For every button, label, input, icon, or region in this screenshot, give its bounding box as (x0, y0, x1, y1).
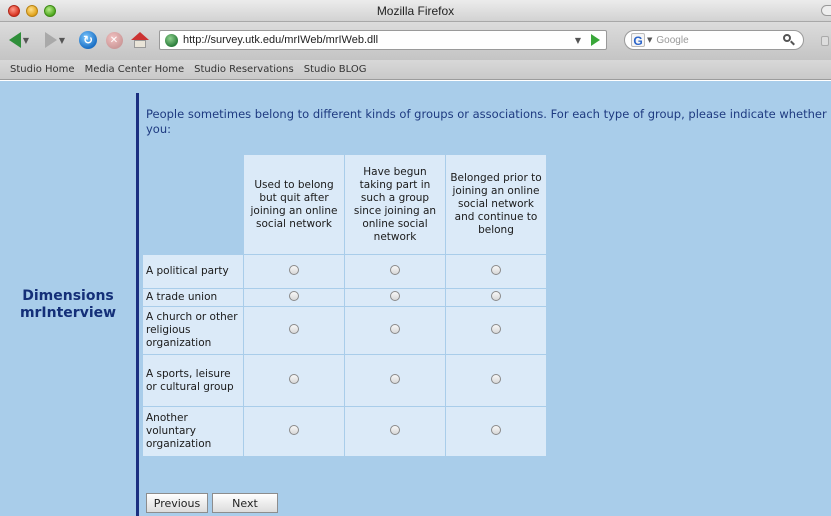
row-label: A sports, leisure or cultural group (142, 354, 244, 407)
search-placeholder[interactable]: Google (656, 35, 783, 46)
reload-icon: ↻ (79, 31, 97, 49)
row-label: A political party (142, 254, 244, 289)
forward-button[interactable]: ▼ (42, 30, 68, 50)
history-dropdown-icon[interactable]: ▼ (575, 36, 581, 45)
table-row: A political party (142, 254, 547, 289)
forward-arrow-icon (44, 32, 57, 48)
radio-sports-begun[interactable] (390, 374, 400, 384)
radio-political-party-continue[interactable] (491, 265, 501, 275)
window-titlebar: Mozilla Firefox (0, 0, 831, 22)
question-text: People sometimes belong to different kin… (146, 107, 827, 136)
radio-trade-union-continue[interactable] (491, 291, 501, 301)
radio-church-quit[interactable] (289, 324, 299, 334)
table-row: A church or other religious organization (142, 306, 547, 355)
chevron-down-icon: ▼ (22, 35, 30, 45)
brand-line-1: Dimensions (22, 288, 114, 304)
radio-sports-continue[interactable] (491, 374, 501, 384)
radio-voluntary-continue[interactable] (491, 425, 501, 435)
toolbar-overflow-icon[interactable] (821, 36, 829, 46)
search-box[interactable]: G ▼ Google (624, 30, 804, 50)
home-icon (131, 32, 149, 48)
previous-button[interactable]: Previous (146, 493, 208, 513)
search-icon[interactable] (783, 34, 795, 46)
radio-sports-quit[interactable] (289, 374, 299, 384)
bookmark-studio-blog[interactable]: Studio BLOG (304, 64, 367, 75)
navigation-toolbar: ▼ ▼ ↻ ✕ http://survey.utk.edu/mrIWeb/mrI… (0, 22, 831, 60)
radio-church-continue[interactable] (491, 324, 501, 334)
table-row: A trade union (142, 288, 547, 307)
table-row: Another voluntary organization (142, 406, 547, 457)
grid-corner (143, 155, 244, 255)
column-header: Used to belong but quit after joining an… (243, 154, 345, 255)
vertical-divider (136, 93, 139, 516)
radio-trade-union-quit[interactable] (289, 291, 299, 301)
chevron-down-icon[interactable]: ▼ (647, 36, 652, 44)
row-label: A church or other religious organization (142, 306, 244, 355)
grid-header-row: Used to belong but quit after joining an… (143, 154, 547, 255)
radio-trade-union-begun[interactable] (390, 291, 400, 301)
toolbar-toggle-button[interactable] (821, 5, 831, 16)
column-header: Belonged prior to joining an online soci… (445, 154, 547, 255)
url-text[interactable]: http://survey.utk.edu/mrIWeb/mrIWeb.dll (183, 34, 575, 46)
brand-logo: Dimensions mrInterview (0, 288, 136, 322)
reload-button[interactable]: ↻ (77, 30, 99, 50)
bookmark-studio-home[interactable]: Studio Home (10, 64, 75, 75)
bookmark-media-center-home[interactable]: Media Center Home (85, 64, 185, 75)
address-bar[interactable]: http://survey.utk.edu/mrIWeb/mrIWeb.dll … (159, 30, 607, 50)
back-button[interactable]: ▼ (6, 30, 32, 50)
radio-political-party-quit[interactable] (289, 265, 299, 275)
back-arrow-icon (8, 32, 21, 48)
response-grid: Used to belong but quit after joining an… (142, 154, 547, 457)
radio-political-party-begun[interactable] (390, 265, 400, 275)
radio-voluntary-begun[interactable] (390, 425, 400, 435)
bookmark-studio-reservations[interactable]: Studio Reservations (194, 64, 294, 75)
window-title: Mozilla Firefox (376, 4, 455, 18)
stop-icon: ✕ (105, 31, 123, 49)
go-icon[interactable] (591, 34, 600, 46)
home-button[interactable] (130, 30, 150, 50)
survey-page: Dimensions mrInterview People sometimes … (0, 81, 831, 516)
row-label: Another voluntary organization (142, 406, 244, 457)
radio-voluntary-quit[interactable] (289, 425, 299, 435)
radio-church-begun[interactable] (390, 324, 400, 334)
search-engine-icon[interactable]: G (631, 33, 645, 48)
table-row: A sports, leisure or cultural group (142, 354, 547, 407)
next-button[interactable]: Next (212, 493, 278, 513)
brand-line-2: mrInterview (19, 305, 117, 321)
row-label: A trade union (142, 288, 244, 307)
chevron-down-icon: ▼ (58, 35, 66, 45)
stop-button[interactable]: ✕ (104, 30, 124, 50)
bookmarks-toolbar: Studio Home Media Center Home Studio Res… (0, 60, 831, 80)
site-globe-icon (165, 33, 178, 47)
column-header: Have begun taking part in such a group s… (344, 154, 446, 255)
